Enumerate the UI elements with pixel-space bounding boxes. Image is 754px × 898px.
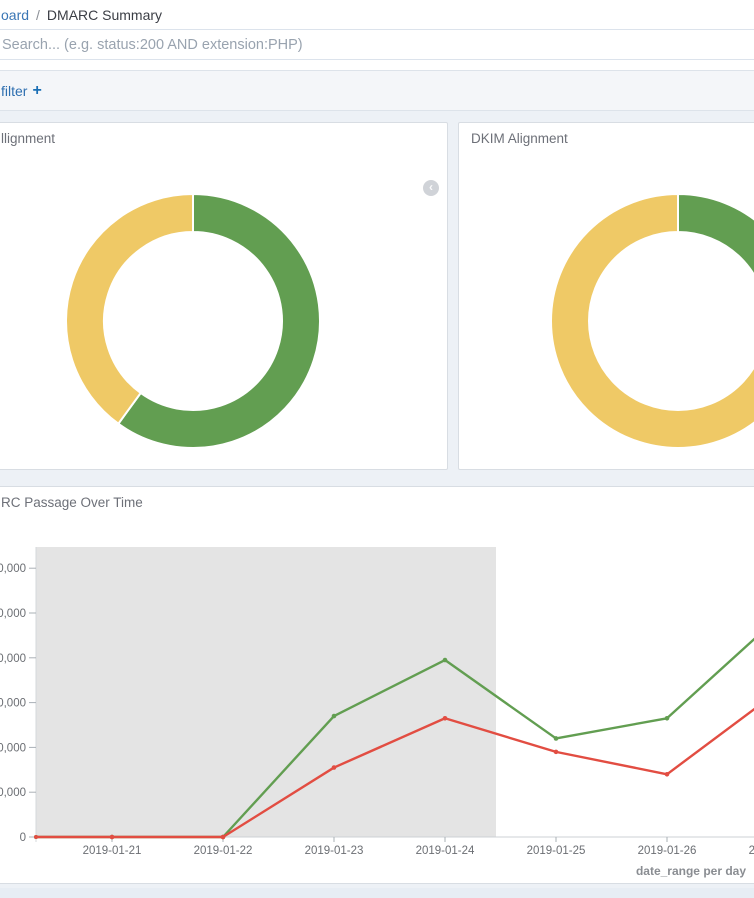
svg-text:2019-01-26: 2019-01-26 bbox=[638, 845, 697, 857]
svg-text:2019-01-27: 2019-01-27 bbox=[749, 845, 754, 857]
svg-text:0: 0 bbox=[20, 832, 26, 844]
svg-text:0,000: 0,000 bbox=[0, 653, 26, 665]
svg-text:date_range per day: date_range per day bbox=[636, 864, 746, 878]
panel-dkim-alignment: DKIM Alignment bbox=[458, 122, 754, 470]
plus-icon: + bbox=[32, 83, 41, 99]
dkim-donut-chart[interactable] bbox=[528, 171, 754, 471]
add-filter-link[interactable]: filter + bbox=[1, 83, 42, 99]
breadcrumb-separator: / bbox=[36, 7, 40, 23]
panel-spf-alignment: llignment ‹ bbox=[0, 122, 448, 470]
bottom-strip bbox=[0, 888, 754, 898]
panel-title-dkim: DKIM Alignment bbox=[459, 123, 754, 146]
breadcrumb: oard / DMARC Summary bbox=[0, 0, 754, 29]
svg-text:0,000: 0,000 bbox=[0, 608, 26, 620]
chevron-left-icon: ‹ bbox=[429, 180, 433, 194]
line-chart[interactable]: 0 0,000 0,000 0,000 0,000 0,000 0,000 2019-01-2… bbox=[0, 487, 754, 884]
page-title: DMARC Summary bbox=[47, 7, 162, 23]
panel-dmarc-passage: RC Passage Over Time 00,0000,0000,0000,0… bbox=[0, 486, 754, 884]
collapse-chevron-button[interactable]: ‹ bbox=[423, 180, 439, 196]
svg-text:2019-01-24: 2019-01-24 bbox=[416, 845, 475, 857]
svg-text:0,000: 0,000 bbox=[0, 787, 26, 799]
breadcrumb-link[interactable]: oard bbox=[1, 7, 29, 23]
svg-text:0,000: 0,000 bbox=[0, 698, 26, 710]
svg-text:0,000: 0,000 bbox=[0, 563, 26, 575]
panel-title-spf: llignment bbox=[0, 123, 447, 146]
filter-bar: filter + bbox=[0, 70, 754, 111]
svg-text:2019-01-22: 2019-01-22 bbox=[194, 845, 253, 857]
spf-donut-chart[interactable] bbox=[43, 171, 343, 471]
svg-text:0,000: 0,000 bbox=[0, 742, 26, 754]
svg-text:2019-01-25: 2019-01-25 bbox=[527, 845, 586, 857]
add-filter-label: filter bbox=[1, 83, 27, 99]
search-input[interactable] bbox=[0, 29, 754, 60]
svg-text:2019-01-21: 2019-01-21 bbox=[83, 845, 142, 857]
svg-text:2019-01-23: 2019-01-23 bbox=[305, 845, 364, 857]
